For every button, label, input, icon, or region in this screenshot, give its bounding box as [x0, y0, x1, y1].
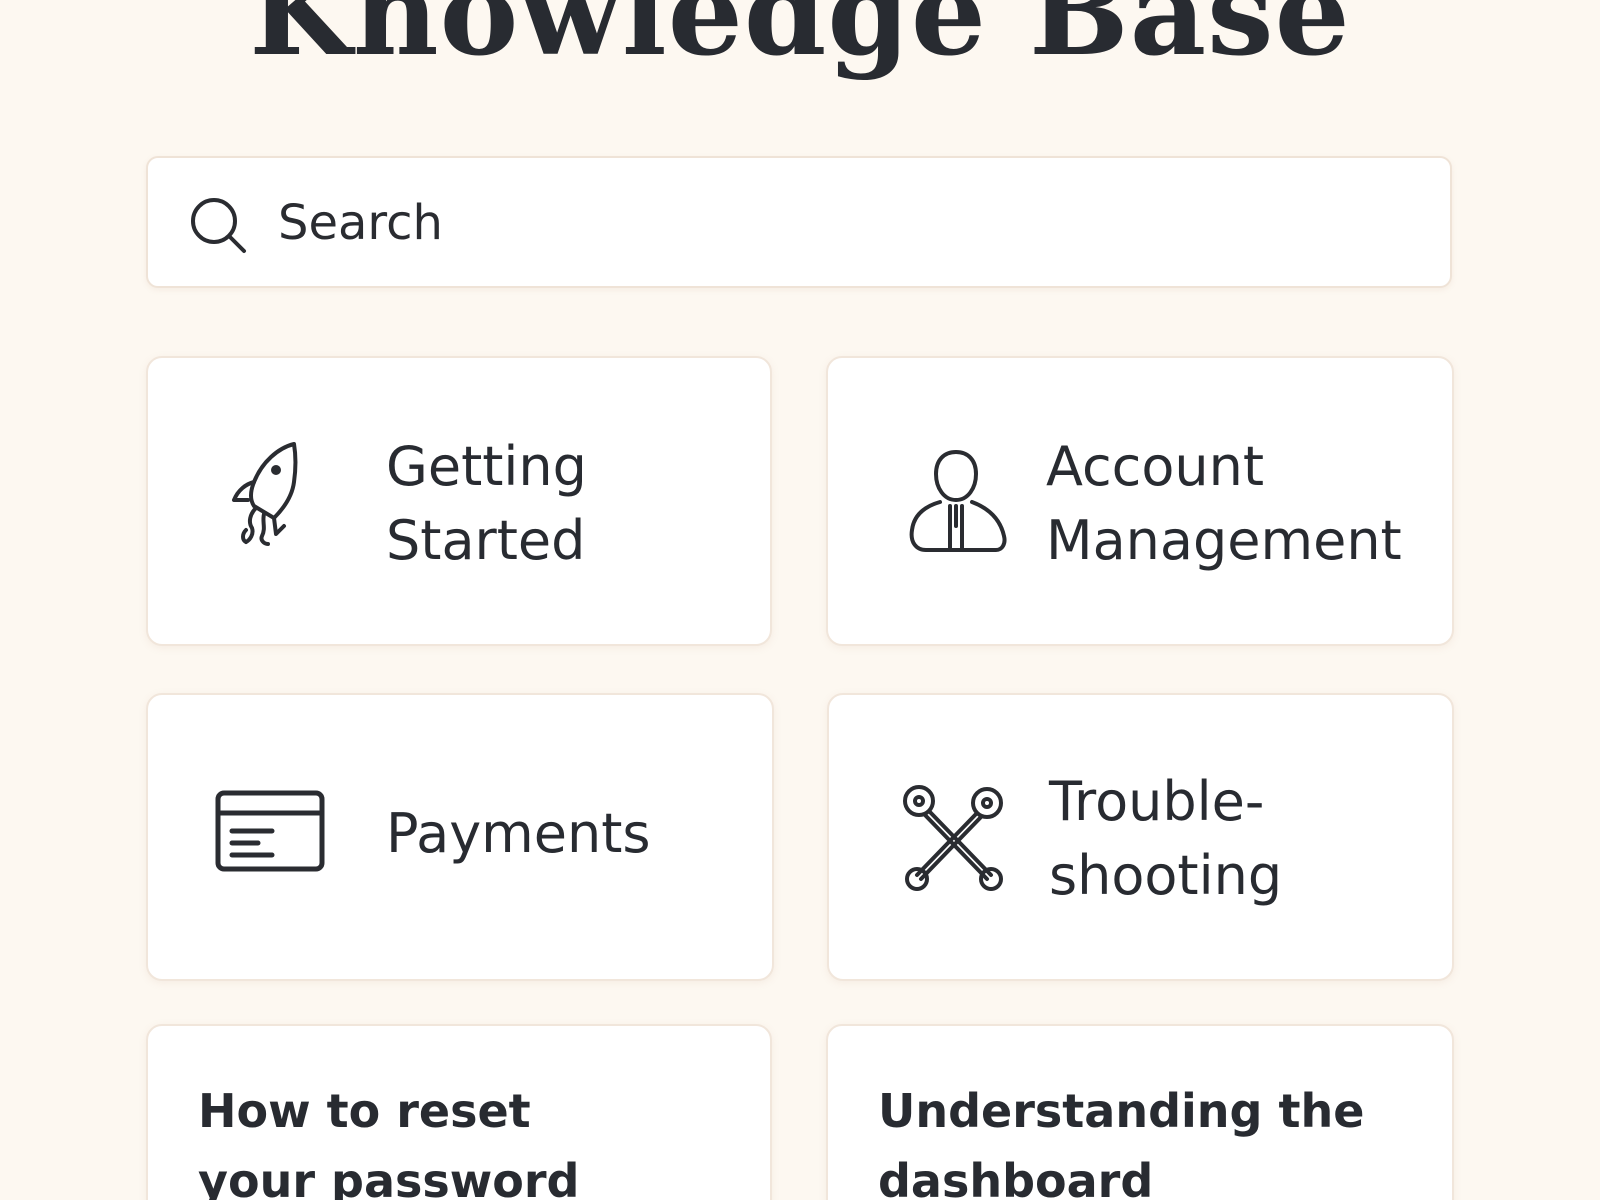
article-card-reset-password[interactable]: How to reset your password: [146, 1024, 772, 1200]
rocket-icon: [232, 442, 298, 546]
category-label: Payments: [386, 802, 651, 865]
search-icon: [191, 198, 246, 253]
user-icon: [909, 450, 1007, 552]
page-title: Knowledge Base: [249, 0, 1351, 82]
article-title: Understanding the dashboard: [878, 1084, 1365, 1200]
category-label: Getting Started: [386, 435, 587, 572]
article-title: How to reset your password: [198, 1084, 580, 1200]
credit-card-icon: [215, 790, 325, 872]
category-card-troubleshooting[interactable]: Trouble- shooting: [827, 693, 1454, 981]
category-label: Account Management: [1046, 435, 1402, 572]
tools-icon: [903, 785, 1003, 891]
category-card-getting-started[interactable]: Getting Started: [146, 356, 772, 646]
search-box[interactable]: [146, 156, 1452, 288]
article-card-dashboard[interactable]: Understanding the dashboard: [826, 1024, 1454, 1200]
search-input[interactable]: [278, 184, 1418, 262]
category-card-account-management[interactable]: Account Management: [826, 356, 1454, 646]
category-label: Trouble- shooting: [1049, 770, 1283, 907]
category-card-payments[interactable]: Payments: [146, 693, 774, 981]
